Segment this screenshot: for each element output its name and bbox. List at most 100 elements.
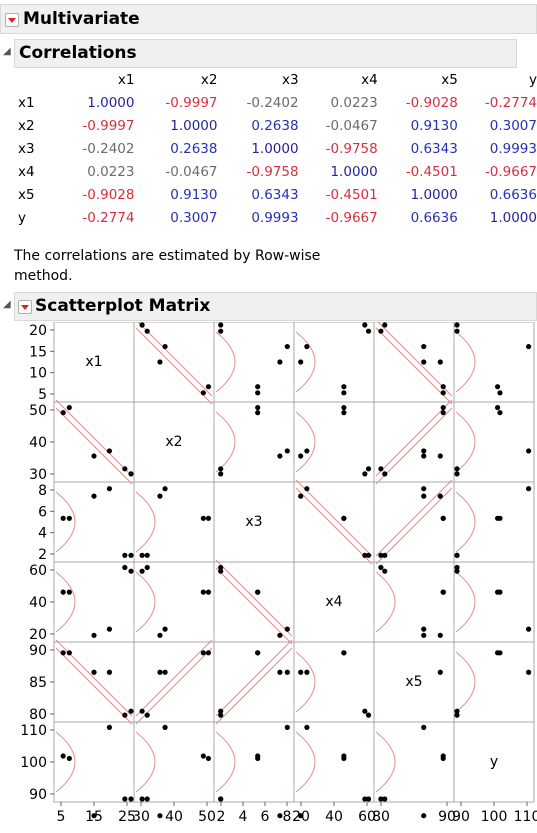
- multivariate-title: Multivariate: [23, 9, 140, 29]
- data-point: [106, 669, 113, 675]
- data-point: [378, 328, 384, 334]
- data-point: [122, 564, 128, 571]
- x-tick-label: 5: [57, 809, 66, 825]
- correlation-cell: -0.9758: [325, 140, 378, 157]
- data-point: [362, 471, 368, 477]
- data-point: [421, 359, 427, 365]
- x-tick-label: 90: [452, 809, 470, 825]
- data-point: [218, 568, 224, 574]
- data-point: [66, 589, 72, 595]
- correlation-cell: 0.6343: [410, 140, 458, 157]
- data-point: [497, 410, 503, 416]
- red-triangle-menu-icon[interactable]: [5, 13, 19, 27]
- correlation-cell: 1.0000: [251, 140, 299, 157]
- data-point: [60, 515, 66, 521]
- row-label: y: [18, 209, 26, 226]
- data-point: [157, 669, 163, 675]
- data-point: [66, 755, 72, 762]
- correlation-cell: -0.9997: [165, 94, 218, 111]
- y-tick-label: 5: [38, 387, 47, 403]
- correlation-cell: -0.9758: [246, 163, 299, 180]
- data-point: [437, 453, 443, 459]
- data-point: [205, 384, 212, 390]
- row-label: x4: [18, 163, 35, 180]
- data-point: [157, 359, 163, 365]
- data-point: [365, 712, 372, 718]
- data-point: [440, 515, 446, 521]
- data-point: [162, 626, 168, 632]
- data-point: [162, 343, 168, 350]
- x-tick-label: 100: [481, 809, 508, 825]
- data-point: [91, 453, 97, 459]
- variable-label: x1: [85, 354, 102, 370]
- correlations-header: Correlations: [14, 39, 517, 68]
- data-point: [128, 708, 134, 714]
- correlation-cell: -0.0467: [165, 163, 218, 180]
- correlation-cell: 0.6636: [410, 209, 458, 226]
- table-row: x3 -0.2402 0.2638 1.0000 -0.9758 0.6343 0.9993: [12, 137, 537, 160]
- data-point: [341, 650, 347, 656]
- data-point: [298, 453, 304, 459]
- x-tick-label: 40: [325, 809, 343, 825]
- data-point: [205, 515, 212, 521]
- data-point: [341, 384, 347, 390]
- correlation-cell: -0.9667: [484, 163, 537, 180]
- data-point: [440, 589, 446, 595]
- data-point: [421, 493, 427, 499]
- data-point: [421, 632, 427, 638]
- data-point: [128, 568, 134, 574]
- data-point: [298, 359, 304, 365]
- x-tick-label: 40: [165, 809, 183, 825]
- data-point: [218, 466, 224, 472]
- correlation-method-note: The correlations are estimated by Row-wi…: [14, 248, 321, 284]
- data-point: [106, 486, 113, 492]
- data-point: [122, 466, 128, 472]
- data-point: [162, 724, 168, 730]
- data-point: [157, 813, 163, 819]
- scatterplot-title: Scatterplot Matrix: [35, 296, 211, 316]
- data-point: [60, 753, 66, 759]
- collapse-disclosure-icon[interactable]: ◢: [3, 299, 11, 310]
- data-point: [382, 552, 388, 558]
- data-point: [91, 493, 97, 499]
- y-tick-label: 90: [29, 643, 47, 659]
- correlation-cell: 0.9993: [489, 140, 537, 157]
- table-row: x5 -0.9028 0.9130 0.6343 -0.4501 1.0000 0.6636: [12, 183, 537, 206]
- x-tick-label: 4: [239, 809, 248, 825]
- data-point: [218, 328, 224, 334]
- column-header: x3: [281, 71, 299, 88]
- y-tick-label: 85: [29, 675, 47, 691]
- data-point: [91, 669, 97, 675]
- y-tick-label: 90: [29, 787, 47, 803]
- column-header: x5: [441, 71, 458, 88]
- y-tick-label: 100: [20, 755, 47, 771]
- x-tick-label: 30: [132, 809, 150, 825]
- correlation-cell: 0.6636: [489, 186, 537, 203]
- data-point: [437, 669, 443, 675]
- data-point: [494, 650, 501, 656]
- row-label: x3: [18, 140, 35, 157]
- collapse-disclosure-icon[interactable]: ◢: [3, 46, 11, 57]
- data-point: [382, 322, 388, 328]
- data-point: [277, 359, 283, 365]
- variable-label: x4: [325, 594, 342, 610]
- data-point: [60, 410, 66, 416]
- x-tick-label: 80: [372, 809, 390, 825]
- red-triangle-menu-icon[interactable]: [18, 300, 32, 314]
- data-point: [365, 466, 372, 472]
- x-tick-label: 6: [261, 809, 270, 825]
- data-point: [421, 486, 427, 492]
- row-label: x5: [18, 186, 35, 203]
- data-point: [144, 796, 150, 802]
- data-point: [454, 552, 460, 558]
- y-tick-label: 4: [38, 526, 47, 542]
- data-point: [255, 404, 261, 411]
- data-point: [277, 669, 283, 675]
- correlation-cell: 0.2638: [170, 140, 218, 157]
- multivariate-header: Multivariate: [0, 4, 537, 34]
- correlation-cell: -0.9028: [405, 94, 458, 111]
- data-point: [106, 626, 113, 632]
- correlation-table: x1 x2 x3 x4 x5 y x1 1.0000 -0.9997 -0.2402 0…: [12, 68, 537, 229]
- data-point: [284, 626, 290, 632]
- data-point: [139, 322, 145, 328]
